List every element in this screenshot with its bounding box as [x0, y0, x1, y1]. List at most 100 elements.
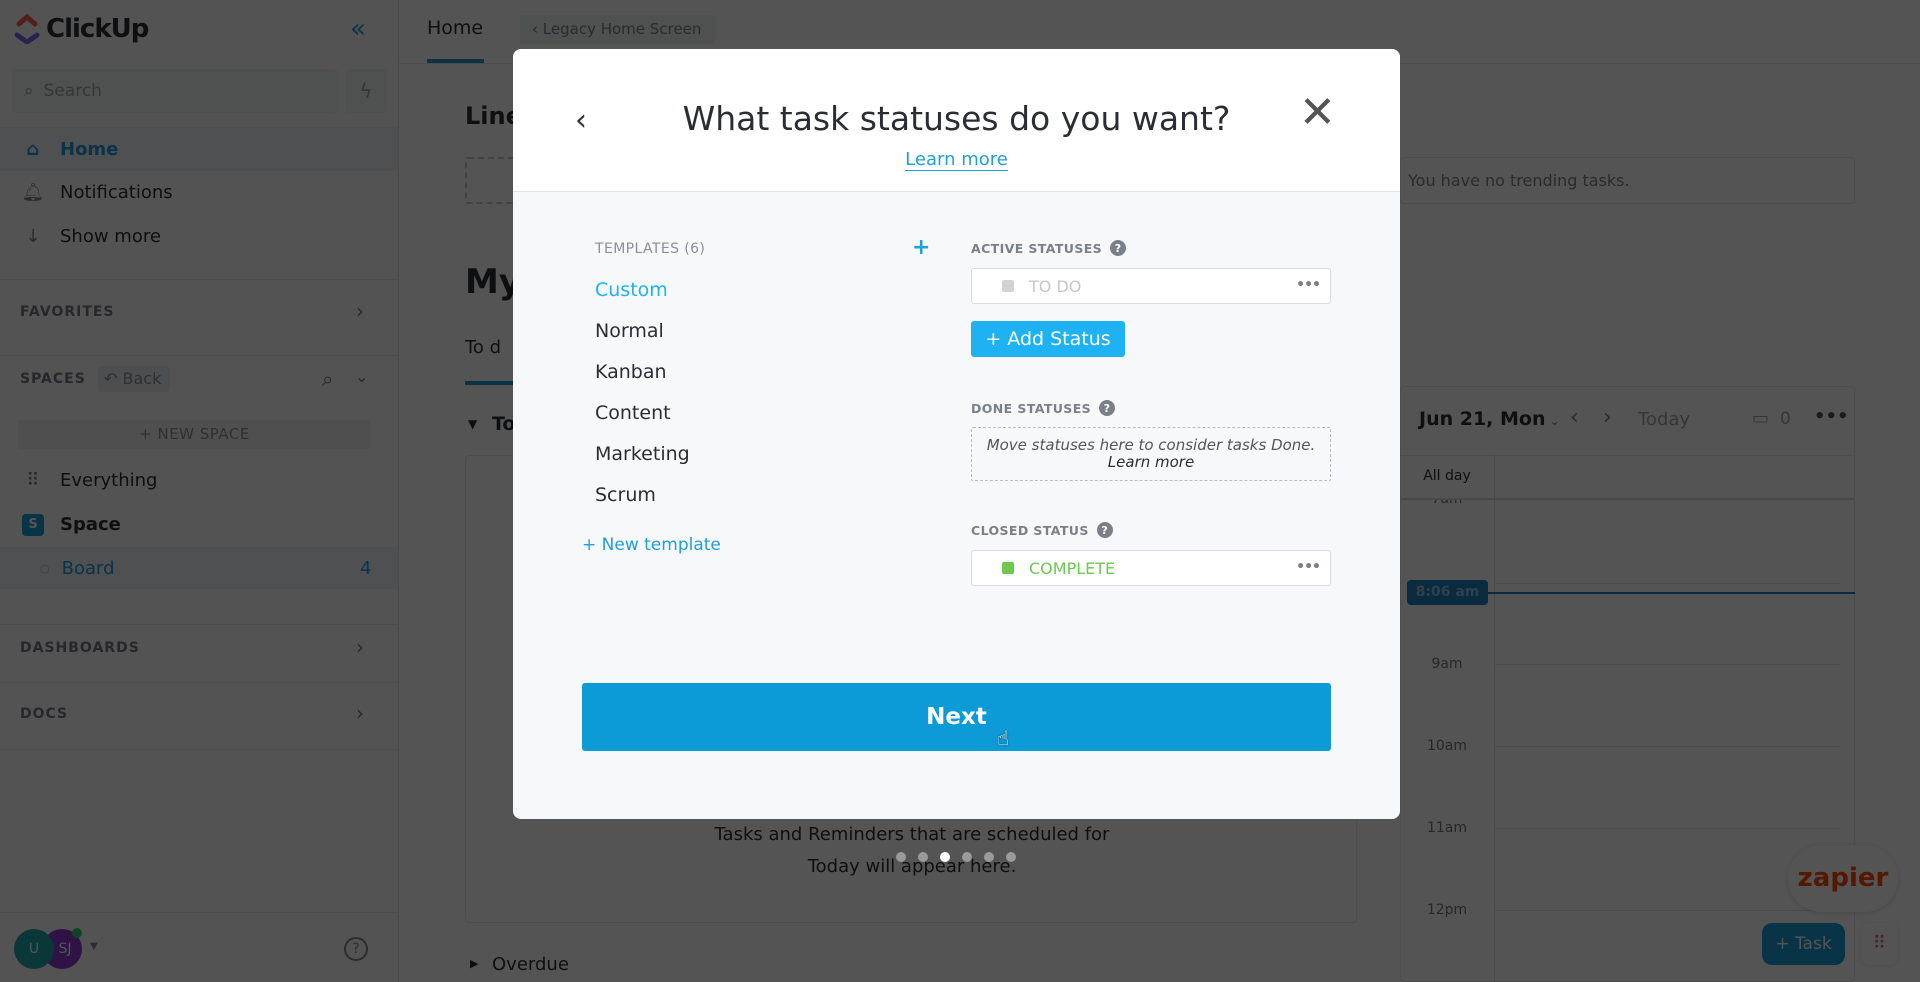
- chevron-right-icon[interactable]: ›: [356, 701, 364, 725]
- add-status-button[interactable]: + Add Status: [971, 321, 1125, 357]
- closed-label-text: CLOSED STATUS: [971, 522, 1089, 538]
- next-button[interactable]: Next: [582, 683, 1331, 751]
- closed-status-label: CLOSED STATUS?: [971, 522, 1113, 538]
- online-indicator: [72, 928, 82, 938]
- sidebar-item-space[interactable]: S Space: [0, 502, 398, 546]
- help-icon[interactable]: ?: [1099, 400, 1116, 416]
- search-input[interactable]: ⌕ Search: [12, 69, 338, 113]
- new-space-button[interactable]: + NEW SPACE: [18, 420, 371, 449]
- dashboards-header[interactable]: DASHBOARDS: [20, 640, 140, 656]
- label: Everything: [60, 469, 158, 491]
- legacy-label: Legacy Home Screen: [542, 20, 702, 38]
- plus-icon: +: [1775, 934, 1795, 954]
- done-hint: Move statuses here to consider tasks Don…: [986, 436, 1316, 454]
- learn-more-link[interactable]: Learn more: [905, 149, 1008, 171]
- hour-label: 12pm: [1426, 902, 1468, 918]
- template-scrum[interactable]: Scrum: [595, 484, 656, 506]
- sidebar-item-board[interactable]: ○ Board 4: [0, 547, 398, 589]
- zapier-button[interactable]: zapier: [1788, 845, 1898, 912]
- chevron-left-icon: ‹: [532, 20, 543, 38]
- today-section-header[interactable]: To: [492, 413, 516, 435]
- modal-title: What task statuses do you want?: [682, 99, 1231, 138]
- status-row-to-do[interactable]: TO DO •••: [971, 268, 1331, 304]
- hour-line: [1494, 828, 1840, 829]
- done-statuses-dropzone[interactable]: Move statuses here to consider tasks Don…: [971, 427, 1331, 481]
- status-name[interactable]: TO DO: [1029, 277, 1081, 296]
- search-spaces-icon[interactable]: ⌕: [322, 367, 333, 391]
- next-day-icon[interactable]: ›: [1603, 405, 1612, 430]
- template-content[interactable]: Content: [595, 402, 671, 424]
- template-kanban[interactable]: Kanban: [595, 361, 667, 383]
- help-icon[interactable]: ?: [344, 937, 368, 961]
- status-name[interactable]: COMPLETE: [1029, 559, 1115, 578]
- favorites-header[interactable]: FAVORITES: [20, 304, 115, 320]
- prev-day-icon[interactable]: ‹: [1570, 405, 1579, 430]
- active-statuses-label: ACTIVE STATUSES?: [971, 240, 1127, 256]
- space-badge: S: [22, 514, 44, 536]
- caret-down-icon[interactable]: ▼: [468, 417, 477, 431]
- user-avatar[interactable]: U: [14, 929, 54, 969]
- more-options-icon[interactable]: •••: [1814, 406, 1849, 427]
- tab-to-do[interactable]: To d: [465, 337, 501, 358]
- done-statuses-label: DONE STATUSES?: [971, 400, 1116, 416]
- more-options-icon[interactable]: •••: [1296, 277, 1321, 293]
- back-button[interactable]: ↶ Back: [98, 366, 170, 392]
- help-icon[interactable]: ?: [1110, 240, 1127, 256]
- back-arrow-icon: ↶: [104, 369, 123, 388]
- template-marketing[interactable]: Marketing: [595, 443, 690, 465]
- time-column-divider: [1494, 455, 1495, 982]
- sidebar-item-home[interactable]: ⌂ Home: [0, 127, 398, 171]
- board-count: 4: [360, 557, 372, 579]
- space-avatar: S: [20, 512, 46, 536]
- done-label-text: DONE STATUSES: [971, 400, 1092, 416]
- search-icon: ⌕: [24, 81, 34, 101]
- status-row-complete[interactable]: COMPLETE •••: [971, 550, 1331, 586]
- done-learn-more-link[interactable]: Learn more: [972, 454, 1330, 471]
- chevron-right-icon[interactable]: ›: [356, 299, 364, 323]
- apps-grid-icon[interactable]: ⠿: [1861, 923, 1898, 965]
- calendar-icon[interactable]: ▭: [1752, 408, 1769, 429]
- list-dot-icon: ○: [40, 561, 50, 575]
- status-color-swatch[interactable]: [1002, 280, 1014, 292]
- overdue-section-header[interactable]: Overdue: [492, 954, 569, 975]
- lightning-icon[interactable]: ϟ: [345, 69, 387, 113]
- chevron-down-icon[interactable]: ⌄: [355, 367, 368, 386]
- add-template-plus-icon[interactable]: +: [912, 235, 930, 260]
- hour-label-7am: 7am: [1407, 500, 1487, 507]
- logo[interactable]: ClickUp: [14, 14, 149, 44]
- sidebar: ClickUp « ⌕ Search ϟ ⌂ Home 🔔︎ Notification…: [0, 0, 399, 982]
- caret-right-icon[interactable]: ▶: [470, 957, 478, 970]
- sidebar-item-everything[interactable]: ⠿ Everything: [0, 458, 398, 502]
- caret-down-icon[interactable]: ▼: [90, 941, 98, 952]
- today-button[interactable]: Today: [1638, 409, 1690, 430]
- divider: [0, 355, 398, 356]
- back-label: Back: [122, 369, 162, 388]
- new-task-button[interactable]: + Task: [1762, 923, 1845, 965]
- tab-home[interactable]: Home: [427, 17, 483, 39]
- empty-line-1: Tasks and Reminders that are scheduled f…: [714, 824, 1110, 845]
- grid-icon: ⠿: [26, 469, 40, 491]
- calendar-date-picker[interactable]: Jun 21, Mon ⌄: [1419, 408, 1560, 430]
- spaces-header: SPACES: [20, 371, 86, 387]
- empty-state-text: Tasks and Reminders that are scheduled f…: [466, 819, 1358, 883]
- new-template-link[interactable]: + New template: [582, 535, 721, 555]
- tab-home-underline: [427, 59, 484, 63]
- status-color-swatch[interactable]: [1002, 562, 1014, 574]
- calendar-count: 0: [1780, 409, 1791, 429]
- help-icon[interactable]: ?: [1096, 522, 1113, 538]
- active-label-text: ACTIVE STATUSES: [971, 240, 1103, 256]
- close-icon[interactable]: ✕: [1299, 91, 1336, 135]
- docs-header[interactable]: DOCS: [20, 706, 68, 722]
- divider: [0, 279, 398, 280]
- label: Space: [60, 513, 121, 535]
- sidebar-item-show-more[interactable]: ↓ Show more: [0, 214, 398, 258]
- template-normal[interactable]: Normal: [595, 320, 664, 342]
- partial-hour-clip: 7am: [1407, 500, 1487, 508]
- sidebar-item-notifications[interactable]: 🔔︎ Notifications: [0, 170, 398, 214]
- more-options-icon[interactable]: •••: [1296, 559, 1321, 575]
- legacy-home-button[interactable]: ‹ Legacy Home Screen: [520, 15, 715, 44]
- arrow-down-icon: ↓: [25, 225, 41, 247]
- template-custom[interactable]: Custom: [595, 279, 668, 301]
- collapse-sidebar-icon[interactable]: «: [350, 14, 366, 44]
- chevron-right-icon[interactable]: ›: [356, 635, 364, 659]
